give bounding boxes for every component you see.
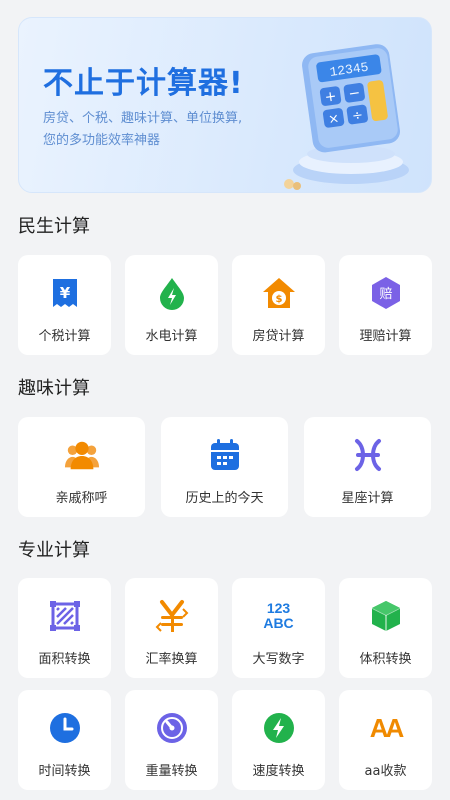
claim-calc-label: 理赔计算 <box>359 329 412 344</box>
area-icon <box>47 598 83 634</box>
history-today-card[interactable]: 历史上的今天 <box>161 417 288 517</box>
svg-text:+: + <box>324 88 338 105</box>
bolt-circle-icon <box>261 710 297 746</box>
exchange-rate-label: 汇率换算 <box>145 652 198 667</box>
svg-text:¥: ¥ <box>59 284 70 302</box>
professional-grid-row2: 时间转换 重量转换 速度转换 AA aa收款 <box>18 690 432 790</box>
123abc-icon-bottom: ABC <box>263 615 294 631</box>
svg-text:÷: ÷ <box>351 108 364 124</box>
123abc-icon: 123 ABC <box>261 598 297 634</box>
cube-icon <box>368 598 404 634</box>
relatives-card[interactable]: 亲戚称呼 <box>18 417 145 517</box>
section-title-professional: 专业计算 <box>18 540 90 561</box>
aa-payment-card[interactable]: AA aa收款 <box>339 690 432 790</box>
yen-exchange-icon <box>154 598 190 634</box>
svg-text:×: × <box>327 111 340 127</box>
banner-subtitle-line1: 房贷、个税、趣味计算、单位换算, <box>43 111 243 126</box>
capital-number-label: 大写数字 <box>252 652 305 667</box>
svg-text:−: − <box>348 85 362 102</box>
claim-calc-card[interactable]: 赔 理赔计算 <box>339 255 432 355</box>
mortgage-calc-label: 房贷计算 <box>252 329 305 344</box>
tax-calc-label: 个税计算 <box>38 329 91 344</box>
banner-subtitle-line2: 您的多功能效率神器 <box>43 133 161 148</box>
relatives-label: 亲戚称呼 <box>55 491 108 506</box>
aa-payment-label: aa收款 <box>364 764 407 779</box>
area-convert-label: 面积转换 <box>38 652 91 667</box>
promo-banner[interactable]: 不止于计算器! 房贷、个税、趣味计算、单位换算, 您的多功能效率神器 12345… <box>18 17 432 193</box>
hexagon-claim-icon: 赔 <box>368 275 404 311</box>
history-today-label: 历史上的今天 <box>185 491 264 506</box>
banner-subtitle: 房贷、个税、趣味计算、单位换算, 您的多功能效率神器 <box>43 108 283 152</box>
yen-receipt-icon: ¥ <box>47 275 83 311</box>
svg-text:赔: 赔 <box>379 287 392 302</box>
weight-convert-card[interactable]: 重量转换 <box>125 690 218 790</box>
mortgage-calc-card[interactable]: $ 房贷计算 <box>232 255 325 355</box>
calendar-icon <box>207 437 243 473</box>
section-title-fun: 趣味计算 <box>18 378 90 399</box>
calculator-illustration: 12345 + − × ÷ <box>284 44 409 190</box>
area-convert-card[interactable]: 面积转换 <box>18 578 111 678</box>
tax-calc-card[interactable]: ¥ 个税计算 <box>18 255 111 355</box>
utility-calc-label: 水电计算 <box>145 329 198 344</box>
people-icon <box>64 437 100 473</box>
utility-calc-card[interactable]: 水电计算 <box>125 255 218 355</box>
professional-grid-row1: 面积转换 汇率换算 123 ABC 大写数字 体积转换 <box>18 578 432 678</box>
capital-number-card[interactable]: 123 ABC 大写数字 <box>232 578 325 678</box>
fun-grid: 亲戚称呼 历史上的今天 星座计算 <box>18 417 432 517</box>
drop-bolt-icon <box>154 275 190 311</box>
clock-icon <box>47 710 83 746</box>
weight-convert-label: 重量转换 <box>145 764 198 779</box>
livelihood-grid: ¥ 个税计算 水电计算 $ 房贷计算 赔 理赔计算 <box>18 255 432 355</box>
time-convert-card[interactable]: 时间转换 <box>18 690 111 790</box>
house-dollar-icon: $ <box>261 275 297 311</box>
svg-text:$: $ <box>275 294 282 305</box>
aa-icon: AA <box>369 712 405 743</box>
speed-convert-card[interactable]: 速度转换 <box>232 690 325 790</box>
exchange-rate-card[interactable]: 汇率换算 <box>125 578 218 678</box>
volume-convert-label: 体积转换 <box>359 652 412 667</box>
banner-title: 不止于计算器! <box>43 66 244 101</box>
123abc-icon-top: 123 <box>266 600 291 616</box>
gauge-icon <box>154 710 190 746</box>
zodiac-label: 星座计算 <box>341 491 394 506</box>
speed-convert-label: 速度转换 <box>252 764 305 779</box>
time-convert-label: 时间转换 <box>38 764 91 779</box>
zodiac-card[interactable]: 星座计算 <box>304 417 431 517</box>
volume-convert-card[interactable]: 体积转换 <box>339 578 432 678</box>
section-title-livelihood: 民生计算 <box>18 216 90 237</box>
pisces-icon <box>350 437 386 473</box>
